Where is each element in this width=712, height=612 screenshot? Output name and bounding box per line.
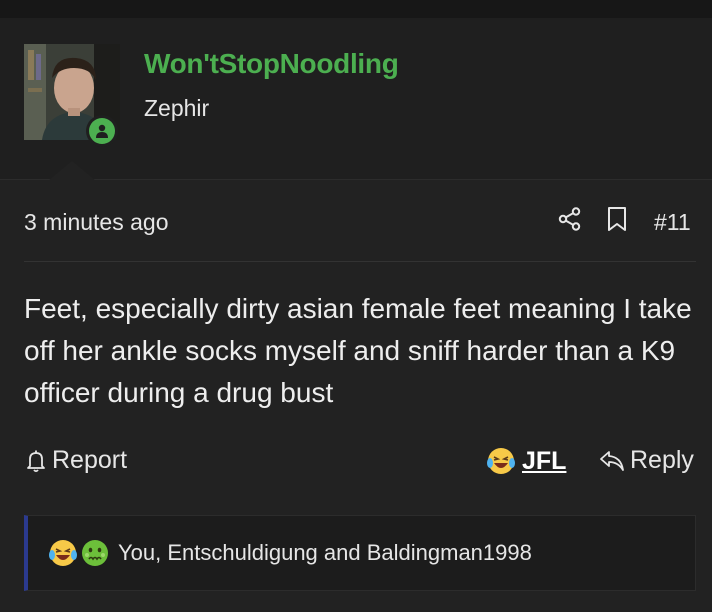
user-header: Won'tStopNoodling Zephir xyxy=(0,18,712,181)
react-button[interactable]: JFL xyxy=(486,446,566,476)
bell-icon xyxy=(27,450,45,472)
online-status-indicator xyxy=(86,115,118,147)
reactions-summary[interactable]: You, Entschuldigung and Baldingman1998 xyxy=(24,515,696,591)
reaction-names: You, Entschuldigung and Baldingman1998 xyxy=(118,540,532,565)
reaction-emojis xyxy=(48,538,112,568)
bookmark-icon[interactable] xyxy=(605,206,629,232)
reply-button[interactable]: Reply xyxy=(598,446,694,475)
reply-label: Reply xyxy=(630,446,694,474)
react-label: JFL xyxy=(522,446,567,475)
post-actions: Report JFL Reply xyxy=(24,446,696,486)
report-label: Report xyxy=(52,446,128,474)
post-body: Feet, especially dirty asian female feet… xyxy=(24,293,692,408)
nauseated-emoji-icon xyxy=(82,540,108,566)
reply-arrow-icon xyxy=(600,450,624,471)
post-meta: 3 minutes ago #11 xyxy=(24,206,696,262)
header-caret xyxy=(48,161,96,181)
share-icon[interactable] xyxy=(557,206,583,232)
crying-laughing-emoji-icon xyxy=(487,448,515,474)
user-title: Zephir xyxy=(144,95,210,121)
user-icon xyxy=(96,124,108,138)
report-button[interactable]: Report xyxy=(24,446,127,475)
message-post: Won'tStopNoodling Zephir 3 minutes ago #… xyxy=(0,18,712,612)
crying-laughing-emoji-icon xyxy=(49,540,77,566)
post-timestamp[interactable]: 3 minutes ago xyxy=(24,209,168,236)
post-number-link[interactable]: #11 xyxy=(654,209,691,236)
username[interactable]: Won'tStopNoodling xyxy=(144,48,399,80)
